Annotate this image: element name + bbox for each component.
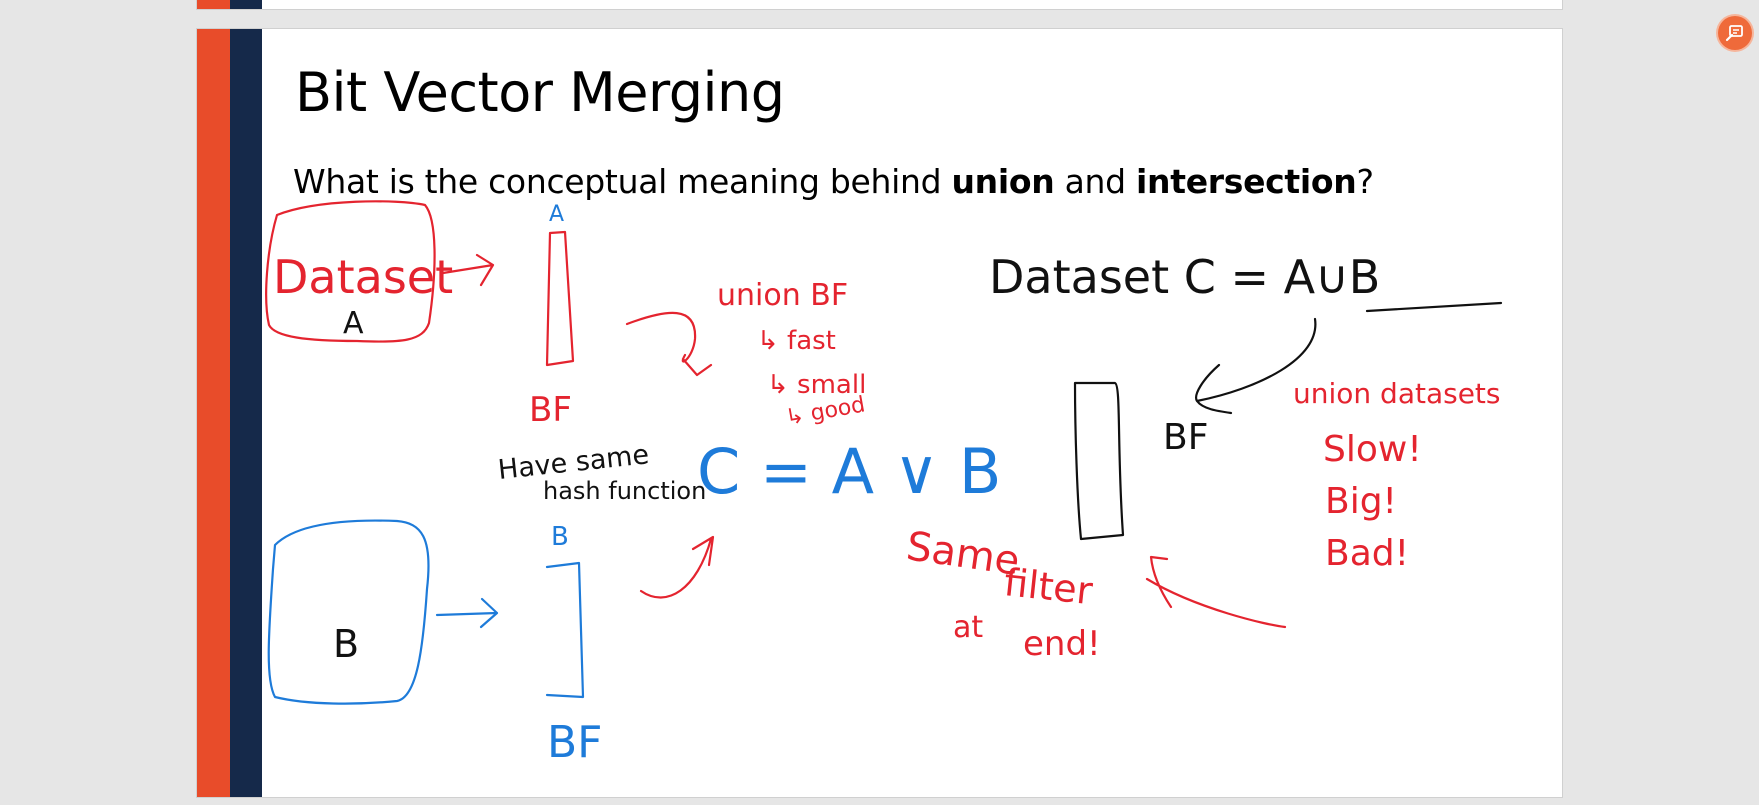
bf-b-label: BF	[547, 717, 603, 768]
bf-c-label: BF	[1163, 417, 1208, 458]
dataset-c-underline	[1365, 301, 1503, 313]
arrow-to-bf-c	[1145, 555, 1287, 629]
arrow-top-curve	[625, 311, 713, 377]
same-filter-word-2: filter	[1002, 560, 1095, 613]
hash-function-text: hash function	[543, 477, 706, 505]
same-filter-word-3: at	[953, 610, 983, 645]
ink-annotations: Dataset A A BF Have same hash function B…	[265, 200, 1503, 768]
bf-a-label: BF	[529, 390, 572, 430]
bf-b-top-letter: B	[551, 522, 569, 552]
annotate-pen-icon	[1725, 25, 1743, 42]
previous-slide-edge[interactable]	[196, 0, 1563, 10]
bf-c-bar	[1073, 381, 1125, 541]
dataset-b-outline	[267, 519, 430, 705]
bf-a-top-letter: A	[549, 202, 564, 227]
arrow-b-to-bf	[435, 597, 499, 629]
annotate-pen-button[interactable]	[1718, 16, 1752, 50]
dataset-a-letter: A	[343, 306, 364, 341]
arrow-bottom-curve	[639, 535, 715, 599]
current-slide[interactable]: Bit Vector Merging What is the conceptua…	[196, 28, 1563, 798]
dataset-c-text: Dataset C = A∪B	[989, 250, 1380, 304]
same-filter-word-4: end!	[1023, 624, 1101, 664]
bf-a-bar	[545, 230, 575, 367]
bad-text: Bad!	[1325, 533, 1409, 574]
slow-text: Slow!	[1323, 429, 1422, 470]
big-text: Big!	[1325, 481, 1397, 522]
union-datasets-text: union datasets	[1293, 377, 1501, 410]
dataset-a-label: Dataset	[273, 250, 453, 304]
slide-accent-navy	[230, 0, 262, 9]
union-bf-text: union BF	[717, 278, 848, 313]
c-equals-a-or-b: C = A ∨ B	[697, 435, 1001, 508]
bf-b-bar	[545, 561, 585, 699]
fast-note: ↳ fast	[757, 326, 836, 356]
dataset-b-letter: B	[333, 622, 359, 666]
slide-accent-orange	[197, 0, 230, 9]
